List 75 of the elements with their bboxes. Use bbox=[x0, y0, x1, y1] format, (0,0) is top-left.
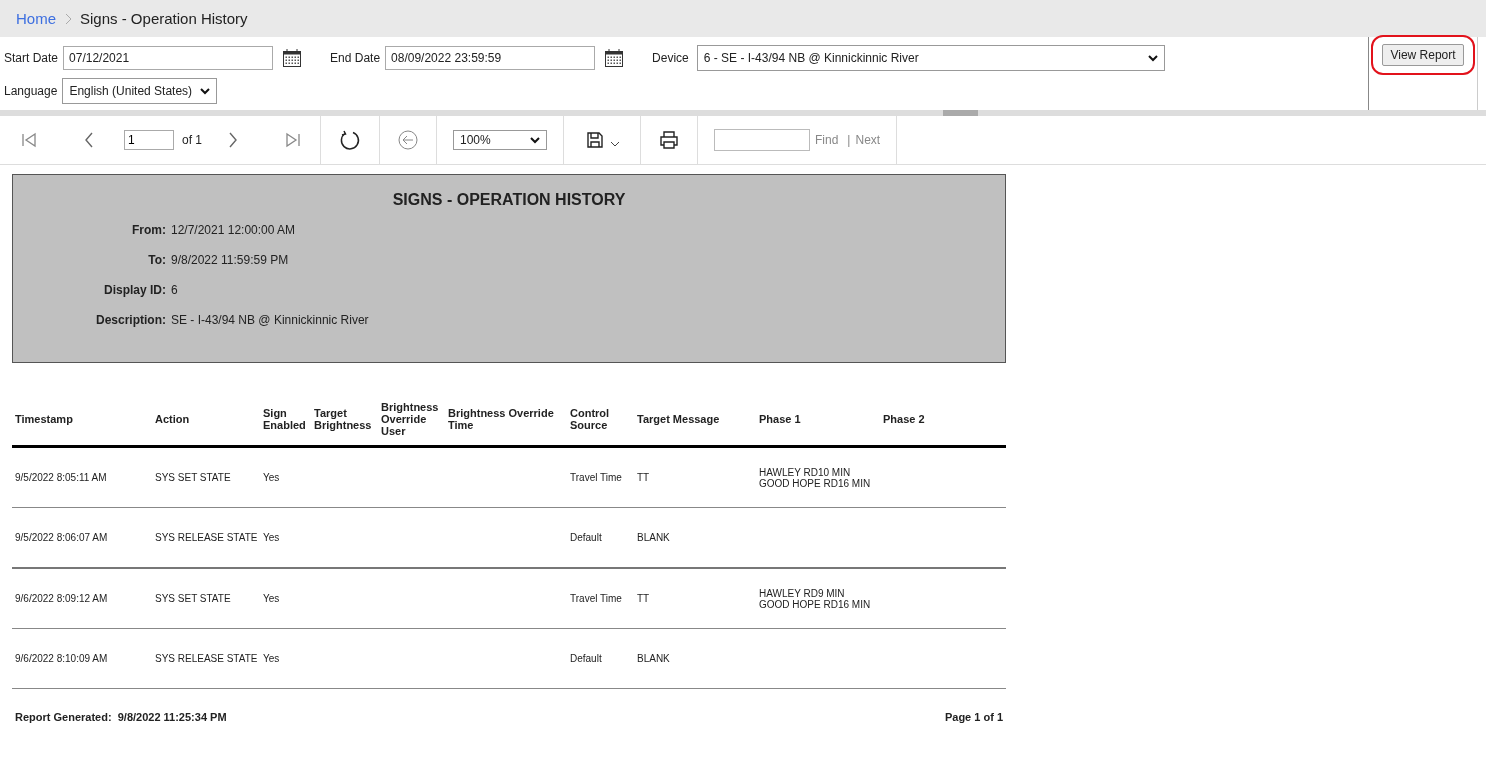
table-cell: Travel Time bbox=[567, 568, 634, 629]
page-number-field[interactable]: 1 bbox=[124, 130, 174, 150]
calendar-icon[interactable] bbox=[282, 48, 303, 68]
field-label: End Date bbox=[330, 51, 381, 65]
table-cell: 9/6/2022 8:09:12 AM bbox=[12, 568, 152, 629]
refresh-icon[interactable] bbox=[339, 129, 361, 151]
field-label: To: bbox=[147, 253, 166, 269]
field-value: SE - I-43/94 NB @ Kinnickinnic River bbox=[171, 313, 370, 329]
save-icon[interactable] bbox=[586, 131, 604, 149]
column-header: Phase 2 bbox=[880, 396, 1006, 447]
back-icon[interactable] bbox=[398, 130, 418, 150]
find-link[interactable]: Find bbox=[815, 133, 839, 147]
table-cell: BLANK bbox=[634, 628, 756, 689]
start-date-field[interactable]: 07/12/2021 bbox=[63, 46, 274, 70]
column-header: Sign Enabled bbox=[260, 396, 311, 447]
field-value: 9/8/2022 11:59:59 PM bbox=[171, 253, 290, 269]
column-header: Action bbox=[152, 396, 260, 447]
table-cell: 9/5/2022 8:06:07 AM bbox=[12, 507, 152, 568]
page-title: Signs - Operation History bbox=[80, 10, 248, 27]
table-cell: SYS RELEASE STATE bbox=[152, 507, 260, 568]
report-generated-text: Report Generated: 9/8/2022 11:25:34 PM bbox=[15, 711, 227, 723]
field-label: Start Date bbox=[4, 51, 59, 65]
table-cell: TT bbox=[634, 446, 756, 508]
collapse-handle[interactable] bbox=[943, 110, 978, 116]
home-link[interactable]: Home bbox=[16, 10, 56, 27]
field-label: Description: bbox=[95, 313, 166, 329]
table-cell: 9/5/2022 8:05:11 AM bbox=[12, 446, 152, 508]
table-cell: Travel Time bbox=[567, 446, 634, 508]
dropdown-caret-icon[interactable] bbox=[610, 140, 620, 148]
table-cell: Default bbox=[567, 507, 634, 568]
table-cell: SYS SET STATE bbox=[152, 446, 260, 508]
last-page-icon[interactable] bbox=[284, 131, 302, 149]
separator: | bbox=[847, 133, 851, 147]
column-header: Phase 1 bbox=[756, 396, 880, 447]
print-icon[interactable] bbox=[659, 130, 679, 150]
caret-icon bbox=[530, 136, 540, 144]
report-title: SIGNS - OPERATION HISTORY bbox=[391, 191, 627, 209]
field-label: From: bbox=[131, 223, 166, 239]
field-value: 12/7/2021 12:00:00 AM bbox=[171, 223, 297, 239]
end-date-field[interactable]: 08/09/2022 23:59:59 bbox=[385, 46, 596, 70]
column-header: Target Message bbox=[634, 396, 756, 447]
chevron-icon bbox=[64, 12, 72, 25]
view-report-button[interactable]: View Report bbox=[1382, 44, 1464, 66]
column-header: Target Brightness bbox=[311, 396, 378, 447]
table-cell: Yes bbox=[260, 507, 311, 568]
device-dropdown[interactable]: 6 - SE - I-43/94 NB @ Kinnickinnic River bbox=[696, 45, 1165, 71]
table-cell: 9/6/2022 8:10:09 AM bbox=[12, 628, 152, 689]
table-cell: SYS RELEASE STATE bbox=[152, 628, 260, 689]
column-header: Brightness Override User bbox=[378, 396, 445, 447]
table-cell: HAWLEY RD10 MIN GOOD HOPE RD16 MIN bbox=[756, 446, 880, 508]
find-field[interactable] bbox=[714, 129, 810, 151]
column-header: Brightness Override Time bbox=[445, 396, 567, 447]
page-count: of 1 bbox=[182, 133, 202, 147]
language-dropdown[interactable]: English (United States) bbox=[62, 78, 218, 104]
column-header: Control Source bbox=[567, 396, 634, 447]
table-cell: BLANK bbox=[634, 507, 756, 568]
field-value: 6 bbox=[171, 283, 179, 299]
next-link[interactable]: Next bbox=[855, 133, 881, 147]
table-cell: Yes bbox=[260, 446, 311, 508]
page-indicator: Page 1 of 1 bbox=[944, 711, 1003, 723]
table-cell: Yes bbox=[260, 568, 311, 629]
table-cell: TT bbox=[634, 568, 756, 629]
first-page-icon[interactable] bbox=[20, 131, 38, 149]
field-label: Device bbox=[652, 51, 689, 65]
field-label: Language bbox=[4, 84, 58, 98]
zoom-dropdown[interactable]: 100% bbox=[453, 130, 547, 150]
caret-icon bbox=[200, 87, 211, 95]
table-cell: Default bbox=[567, 628, 634, 689]
calendar-icon[interactable] bbox=[604, 48, 625, 68]
field-label: Display ID: bbox=[103, 283, 166, 299]
caret-icon bbox=[1147, 54, 1158, 62]
table-cell: SYS SET STATE bbox=[152, 568, 260, 629]
table-cell: Yes bbox=[260, 628, 311, 689]
table-cell: HAWLEY RD9 MIN GOOD HOPE RD16 MIN bbox=[756, 568, 880, 629]
column-header: Timestamp bbox=[12, 396, 152, 447]
